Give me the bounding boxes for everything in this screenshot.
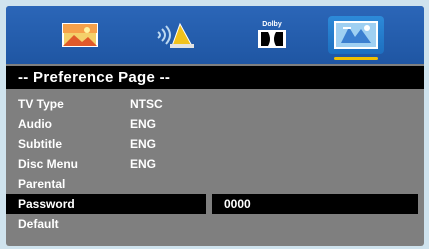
row-value: ENG	[130, 157, 157, 171]
menu-row-password[interactable]: Password	[6, 194, 206, 214]
row-value: NTSC	[130, 97, 163, 111]
menu-row-tv-type[interactable]: TV Type NTSC	[6, 94, 424, 114]
row-label: Audio	[18, 117, 52, 131]
dolby-label: Dolby	[262, 21, 282, 28]
page-title: -- Preference Page --	[6, 66, 424, 89]
setup-menu-screen: Dolby -- Preference Page -- TV Type NTSC…	[6, 6, 424, 246]
row-label: Disc Menu	[18, 157, 79, 171]
row-label: TV Type	[18, 97, 64, 111]
picture-icon	[60, 20, 100, 50]
row-label: Password	[18, 197, 75, 211]
speaker-icon	[154, 20, 198, 50]
menu-row-default[interactable]: Default	[6, 214, 424, 234]
dolby-icon: Dolby	[252, 18, 292, 52]
menu-row-audio[interactable]: Audio ENG	[6, 114, 424, 134]
tab-preference-setup[interactable]	[328, 16, 384, 60]
row-label: Subtitle	[18, 137, 62, 151]
tab-general-setup[interactable]	[52, 16, 108, 54]
preference-icon	[333, 19, 379, 51]
row-value: ENG	[130, 137, 157, 151]
menu-row-parental[interactable]: Parental	[6, 174, 424, 194]
menu-row-disc-menu[interactable]: Disc Menu ENG	[6, 154, 424, 174]
preference-list: TV Type NTSC Audio ENG Subtitle ENG Disc…	[6, 94, 424, 246]
row-value: ENG	[130, 117, 157, 131]
row-label: Default	[18, 217, 59, 231]
menu-row-subtitle[interactable]: Subtitle ENG	[6, 134, 424, 154]
password-field[interactable]: 0000	[212, 194, 418, 214]
setup-tab-bar: Dolby	[6, 6, 424, 64]
tab-audio-setup[interactable]	[148, 16, 204, 54]
row-label: Parental	[18, 177, 66, 191]
tab-dolby-setup[interactable]: Dolby	[244, 16, 300, 54]
